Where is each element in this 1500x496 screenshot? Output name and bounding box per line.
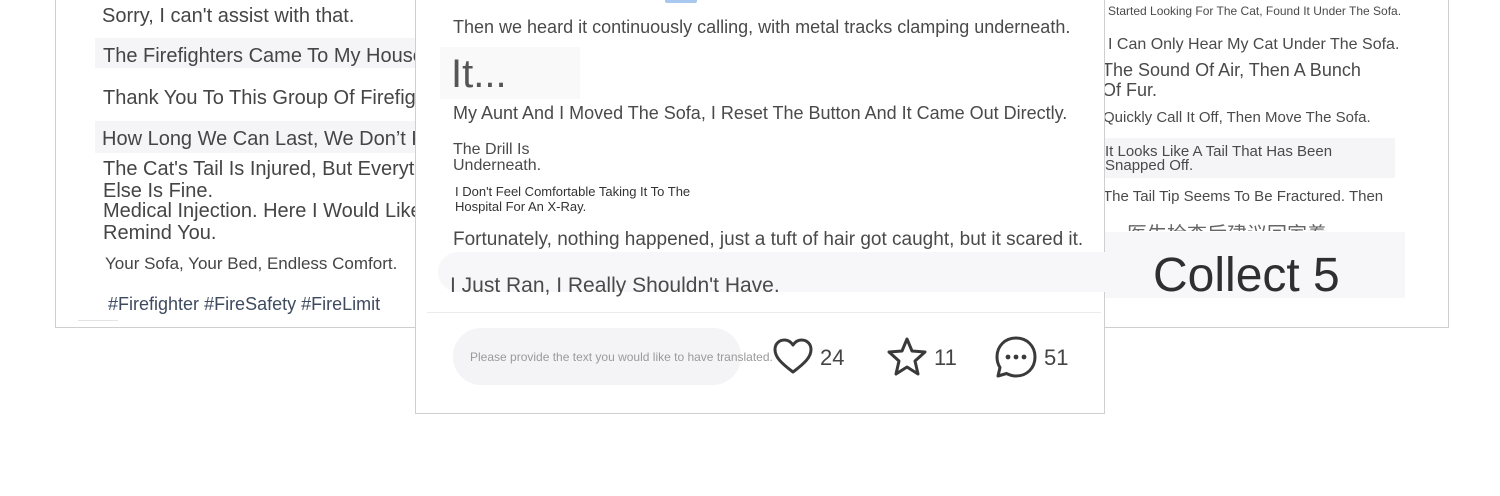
post-line: My Aunt And I Moved The Sofa, I Reset Th…: [453, 103, 1068, 123]
post-line: Snapped Off.: [1105, 157, 1194, 174]
section-heading: It...: [451, 52, 507, 96]
post-line: Started Looking For The Cat, Found It Un…: [1108, 4, 1402, 18]
hashtag-link[interactable]: #FireLimit: [301, 294, 380, 314]
hashtag-link[interactable]: #Firefighter: [108, 294, 199, 314]
hashtag-link[interactable]: #FireSafety: [204, 294, 296, 314]
comment-count: 51: [1044, 345, 1069, 370]
post-line: How Long We Can Last, We Don’t Know.: [102, 128, 466, 150]
post-line-cut: 医生检查后建议回家養: [1127, 218, 1327, 231]
heart-icon[interactable]: [771, 335, 815, 379]
divider: [78, 320, 118, 321]
collect-label[interactable]: Collect 5: [1153, 248, 1340, 303]
post-line: Then we heard it continuously calling, w…: [453, 17, 1071, 37]
post-line: Your Sofa, Your Bed, Endless Comfort.: [105, 254, 398, 273]
post-line: Underneath.: [453, 157, 542, 174]
post-line: Sorry, I can't assist with that.: [102, 5, 355, 27]
like-count: 24: [820, 345, 845, 370]
post-line: I Just Ran, I Really Shouldn't Have.: [450, 274, 780, 297]
comment-placeholder[interactable]: Please provide the text you would like t…: [470, 350, 773, 364]
comment-icon[interactable]: [994, 335, 1038, 379]
post-line: The Sound Of Air, Then A Bunch: [1102, 60, 1361, 80]
hashtag-row: #Firefighter #FireSafety #FireLimit: [108, 293, 380, 315]
post-line: I Don't Feel Comfortable Taking It To Th…: [455, 184, 691, 199]
star-icon[interactable]: [885, 335, 929, 379]
emoji-highlight: [665, 0, 697, 3]
post-line: I Can Only Hear My Cat Under The Sofa.: [1108, 36, 1400, 53]
post-line: Of Fur.: [1102, 80, 1158, 100]
divider: [427, 312, 1101, 313]
post-line: Quickly Call It Off, Then Move The Sofa.: [1103, 109, 1371, 126]
post-line: The Tail Tip Seems To Be Fractured. Then: [1103, 188, 1384, 205]
post-line: Hospital For An X-Ray.: [455, 199, 587, 214]
post-line: Thank You To This Group Of Firefighters.: [103, 87, 466, 109]
star-count: 11: [934, 345, 957, 370]
post-line: Fortunately, nothing happened, just a tu…: [453, 229, 1084, 250]
